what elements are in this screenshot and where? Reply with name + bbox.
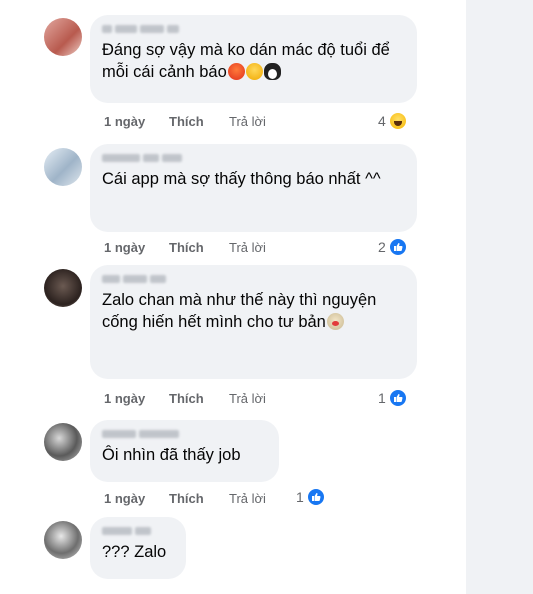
like-button[interactable]: Thích <box>169 240 204 255</box>
page-side-gutter <box>466 0 533 594</box>
comment-text-content: ??? Zalo <box>102 543 167 561</box>
comment-text: Cái app mà sợ thấy thông báo nhất ^^ <box>102 168 405 190</box>
reaction-summary[interactable]: 1 <box>378 388 408 408</box>
comment-bubble: Zalo chan mà như thế này thì nguyện cống… <box>90 265 417 379</box>
avatar[interactable] <box>44 521 82 559</box>
reaction-count: 2 <box>378 239 386 255</box>
like-icon <box>387 237 408 257</box>
author-name-blurred[interactable] <box>102 428 267 440</box>
comment-text: Đáng sợ vậy mà ko dán mác độ tuổi để mỗi… <box>102 39 405 83</box>
author-name-blurred[interactable] <box>102 273 405 285</box>
avatar[interactable] <box>44 18 82 56</box>
like-icon <box>387 388 408 408</box>
author-name-blurred[interactable] <box>102 23 405 35</box>
clown-face-icon <box>326 313 344 330</box>
comment-bubble: Đáng sợ vậy mà ko dán mác độ tuổi để mỗi… <box>90 15 417 103</box>
comment-bubble: Cái app mà sợ thấy thông báo nhất ^^ <box>90 144 417 232</box>
author-name-blurred[interactable] <box>102 152 405 164</box>
haha-icon <box>387 111 408 131</box>
reply-button[interactable]: Trả lời <box>229 114 266 129</box>
reply-button[interactable]: Trả lời <box>229 240 266 255</box>
hot-face-icon <box>245 63 263 80</box>
avatar[interactable] <box>44 269 82 307</box>
angry-face-icon <box>227 63 245 80</box>
comment-text: Ôi nhìn đã thấy job <box>102 444 267 466</box>
like-button[interactable]: Thích <box>169 391 204 406</box>
avatar[interactable] <box>44 148 82 186</box>
comment-bubble: ??? Zalo <box>90 517 186 579</box>
avatar[interactable] <box>44 423 82 461</box>
reaction-count: 1 <box>296 489 304 505</box>
timestamp[interactable]: 1 ngày <box>104 491 145 506</box>
reaction-summary[interactable]: 1 <box>296 487 326 507</box>
like-button[interactable]: Thích <box>169 491 204 506</box>
comment-text-content: Ôi nhìn đã thấy job <box>102 446 241 464</box>
reaction-count: 1 <box>378 390 386 406</box>
reaction-count: 4 <box>378 113 386 129</box>
comment-text: ??? Zalo <box>102 541 174 563</box>
timestamp[interactable]: 1 ngày <box>104 240 145 255</box>
author-name-blurred[interactable] <box>102 525 174 537</box>
reaction-summary[interactable]: 2 <box>378 237 408 257</box>
reply-button[interactable]: Trả lời <box>229 491 266 506</box>
reply-button[interactable]: Trả lời <box>229 391 266 406</box>
penguin-icon <box>263 63 281 80</box>
like-icon <box>305 487 326 507</box>
reaction-summary[interactable]: 4 <box>378 111 408 131</box>
like-button[interactable]: Thích <box>169 114 204 129</box>
timestamp[interactable]: 1 ngày <box>104 114 145 129</box>
timestamp[interactable]: 1 ngày <box>104 391 145 406</box>
comment-text-content: Cái app mà sợ thấy thông báo nhất ^^ <box>102 170 381 188</box>
comment-bubble: Ôi nhìn đã thấy job <box>90 420 279 482</box>
comment-text: Zalo chan mà như thế này thì nguyện cống… <box>102 289 405 333</box>
